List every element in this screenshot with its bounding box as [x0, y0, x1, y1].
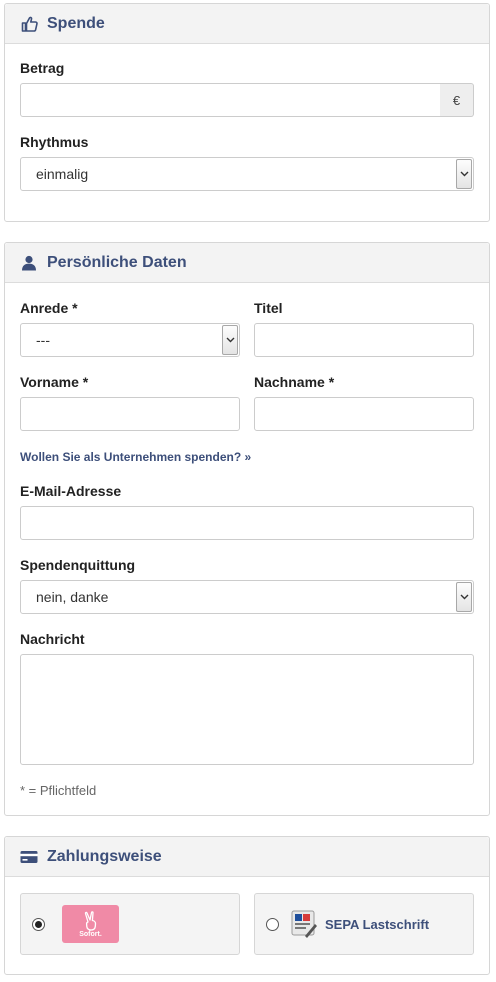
- payment-option-sofort[interactable]: Sofort.: [20, 893, 240, 955]
- thumbs-up-icon: [20, 15, 38, 33]
- nachricht-textarea[interactable]: [20, 654, 474, 765]
- email-label: E-Mail-Adresse: [20, 483, 122, 499]
- payment-option-sepa[interactable]: SEPA Lastschrift: [254, 893, 474, 955]
- chevron-down-icon[interactable]: [456, 582, 472, 612]
- victory-hand-icon: [84, 910, 96, 931]
- user-icon: [20, 254, 38, 272]
- rhythmus-select[interactable]: einmalig: [20, 157, 474, 191]
- personal-data-panel-header: Persönliche Daten: [5, 243, 489, 283]
- company-donation-link[interactable]: Wollen Sie als Unternehmen spenden? »: [20, 450, 251, 464]
- anrede-label: Anrede *: [20, 300, 78, 316]
- spendenquittung-selected-value: nein, danke: [36, 589, 109, 605]
- sofort-logo-text: Sofort.: [79, 930, 102, 938]
- currency-symbol: €: [452, 92, 461, 108]
- vorname-input[interactable]: [20, 397, 240, 431]
- betrag-input[interactable]: [20, 83, 441, 117]
- payment-panel-title: Zahlungsweise: [47, 847, 162, 865]
- email-input[interactable]: [20, 506, 474, 540]
- required-field-note: * = Pflichtfeld: [20, 783, 97, 798]
- sepa-logo-icon: [289, 909, 319, 939]
- personal-data-panel-title: Persönliche Daten: [47, 253, 187, 271]
- anrede-select[interactable]: ---: [20, 323, 240, 357]
- nachname-label: Nachname *: [254, 374, 335, 390]
- spende-panel-title: Spende: [47, 14, 105, 32]
- titel-input[interactable]: [254, 323, 474, 357]
- rhythmus-label: Rhythmus: [20, 134, 89, 150]
- sofort-radio[interactable]: [32, 917, 45, 931]
- credit-card-icon: [20, 848, 38, 866]
- rhythmus-selected-value: einmalig: [36, 166, 89, 182]
- titel-label: Titel: [254, 300, 283, 316]
- spendenquittung-select[interactable]: nein, danke: [20, 580, 474, 614]
- spendenquittung-label: Spendenquittung: [20, 557, 136, 573]
- spende-panel-header: Spende: [5, 4, 489, 44]
- anrede-selected-value: ---: [36, 332, 50, 348]
- nachricht-label: Nachricht: [20, 631, 85, 647]
- betrag-label: Betrag: [20, 60, 65, 76]
- chevron-down-icon[interactable]: [222, 325, 238, 355]
- nachname-input[interactable]: [254, 397, 474, 431]
- vorname-label: Vorname *: [20, 374, 89, 390]
- payment-panel-header: Zahlungsweise: [5, 837, 489, 877]
- currency-addon: €: [440, 83, 474, 117]
- sepa-radio[interactable]: [266, 917, 279, 931]
- chevron-down-icon[interactable]: [456, 159, 472, 189]
- sofort-logo: Sofort.: [62, 905, 119, 943]
- sepa-label: SEPA Lastschrift: [325, 916, 430, 932]
